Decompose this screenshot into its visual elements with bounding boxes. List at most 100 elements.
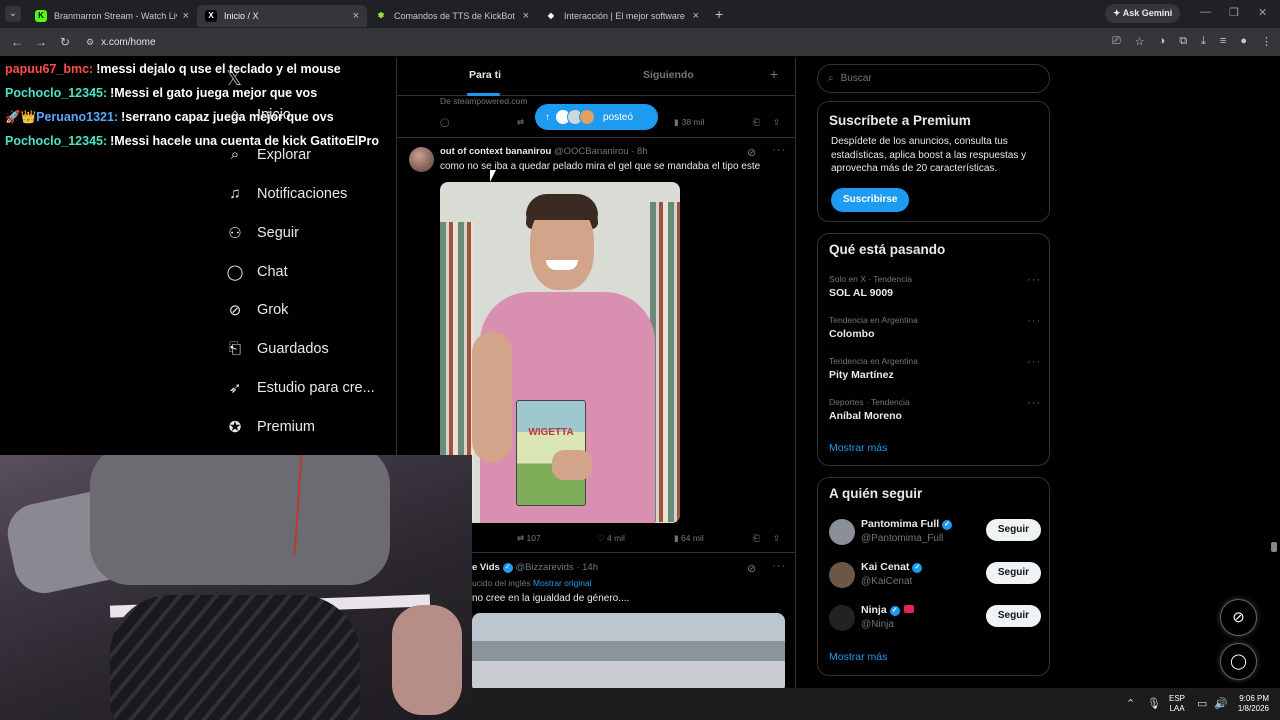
grok-icon[interactable]: ⊘ <box>747 146 757 159</box>
close-icon[interactable]: × <box>353 10 359 22</box>
site-info-icon[interactable]: ⚙ <box>86 37 94 48</box>
install-icon[interactable]: ⎚ <box>1112 35 1121 48</box>
nav-item-notifications[interactable]: ♫ Notificaciones <box>226 185 347 202</box>
trend-name: Aníbal Moreno <box>829 410 902 422</box>
share-icon[interactable]: ⇪ <box>773 117 780 128</box>
search-input[interactable]: ⌕ Buscar <box>817 64 1050 93</box>
extension-icon[interactable]: ◑ <box>1159 35 1166 48</box>
tab-search-button[interactable]: ⌄ <box>5 6 21 22</box>
tweet-handle[interactable]: @OOCBananirou · 8h <box>554 146 648 157</box>
like-icon[interactable]: ♡ 4 mil <box>597 533 625 544</box>
retweet-icon[interactable]: ⇄ 107 <box>517 533 541 544</box>
back-icon[interactable]: ← <box>10 35 24 49</box>
link-source[interactable]: De steampowered.com <box>440 96 527 106</box>
restore-icon[interactable]: ❐ <box>1229 6 1239 19</box>
like-count: 4 mil <box>606 533 625 543</box>
add-tab-icon[interactable]: + <box>770 66 778 82</box>
more-icon[interactable]: ··· <box>772 144 786 156</box>
more-icon[interactable]: ··· <box>772 560 786 572</box>
stream-chat-overlay: papuu67_bmc: !messi dejalo q use el tecla… <box>0 58 396 153</box>
new-tab-button[interactable]: + <box>715 6 723 22</box>
tab-kick[interactable]: K Branmarron Stream - Watch Liv × <box>27 5 197 27</box>
search-icon: ⌕ <box>828 73 834 84</box>
tab-kickbot[interactable]: ✾ Comandos de TTS de KickBot × <box>367 5 537 27</box>
system-clock[interactable]: 9:06 PM 1/8/2026 <box>1229 694 1269 714</box>
tab-x-home[interactable]: X Inicio / X × <box>197 5 367 27</box>
new-posts-pill[interactable]: ↑ posteó <box>535 104 658 130</box>
chevron-up-icon[interactable]: ⌃ <box>1126 697 1135 710</box>
profile-avatar[interactable]: ● <box>1240 35 1247 48</box>
page-scrollbar[interactable] <box>1271 62 1277 686</box>
menu-icon[interactable]: ⋮ <box>1261 35 1272 48</box>
show-more-link[interactable]: Mostrar más <box>829 651 887 663</box>
nav-item-grok[interactable]: ⊘ Grok <box>226 301 289 319</box>
grok-icon[interactable]: ⊘ <box>747 562 757 575</box>
close-icon[interactable]: × <box>693 10 699 22</box>
close-icon[interactable]: × <box>183 10 189 22</box>
views-icon[interactable]: ▮ 38 mil <box>674 117 704 128</box>
trend-item[interactable]: Deportes · Tendencia Aníbal Moreno ··· <box>829 397 1041 422</box>
cat <box>110 595 360 720</box>
reload-icon[interactable]: ↻ <box>58 35 72 49</box>
follow-button[interactable]: Seguir <box>985 562 1041 584</box>
more-icon[interactable]: ··· <box>1027 315 1041 327</box>
more-icon[interactable]: ··· <box>1027 356 1041 368</box>
follow-button[interactable]: Seguir <box>985 605 1041 627</box>
tweet-handle[interactable]: @Bizzarevids · 14h <box>515 562 598 573</box>
trend-item[interactable]: Tendencia en Argentina Pity Martínez ··· <box>829 356 1041 381</box>
follow-suggestion[interactable]: Pantomima Full ✓ @Pantomima_Full Seguir <box>829 517 1041 547</box>
nav-item-creator-studio[interactable]: ➶ Estudio para cre... <box>226 379 375 397</box>
close-window-icon[interactable]: ✕ <box>1258 6 1267 19</box>
forward-icon[interactable]: → <box>34 35 48 49</box>
nav-label: Estudio para cre... <box>257 380 375 396</box>
trend-item[interactable]: Tendencia en Argentina Colombo ··· <box>829 315 1041 340</box>
volume-icon[interactable]: 🔊 <box>1214 697 1228 710</box>
download-icon[interactable]: ⤓ <box>1201 35 1206 48</box>
show-more-link[interactable]: Mostrar más <box>829 442 887 454</box>
close-icon[interactable]: × <box>523 10 529 22</box>
translated-label: ucido del inglés <box>472 578 531 588</box>
ask-gemini-button[interactable]: ✦ Ask Gemini <box>1105 4 1181 23</box>
follow-suggestion[interactable]: Ninja ✓ @Ninja Seguir <box>829 603 1041 633</box>
minimize-icon[interactable]: — <box>1200 6 1211 18</box>
bookmark-icon[interactable]: ⎗ <box>753 117 760 128</box>
retweet-icon[interactable]: ⇄ <box>517 117 524 128</box>
media-icon[interactable]: ≡ <box>1220 35 1226 48</box>
tweet-video[interactable] <box>472 613 785 688</box>
tweet-author[interactable]: e Vids <box>472 562 500 573</box>
grok-fab-icon[interactable]: ⊘ <box>1220 599 1257 636</box>
share-icon[interactable]: ⇪ <box>773 533 780 544</box>
scrollbar-thumb[interactable] <box>1271 542 1277 552</box>
follow-button[interactable]: Seguir <box>985 519 1041 541</box>
messages-fab-icon[interactable]: ◯ <box>1220 643 1257 680</box>
trend-item[interactable]: Solo en X · Tendencia SOL AL 9009 ··· <box>829 274 1041 299</box>
tab-title: Interacción | El mejor software <box>564 11 685 21</box>
microphone-icon[interactable]: 🎙 <box>1147 697 1161 710</box>
more-icon[interactable]: ··· <box>1027 397 1041 409</box>
nav-item-premium[interactable]: ✪ Premium <box>226 418 315 436</box>
nav-item-chat[interactable]: ◯ Chat <box>226 263 288 281</box>
display-icon[interactable]: ▭ <box>1197 697 1207 710</box>
tab-interaccion[interactable]: ◆ Interacción | El mejor software × <box>537 5 707 27</box>
tweet-image[interactable]: WIGETTA <box>440 182 680 523</box>
more-icon[interactable]: ··· <box>1027 274 1041 286</box>
verified-icon: ✓ <box>942 520 953 530</box>
url-field[interactable]: ⚙ x.com/home <box>86 37 156 48</box>
bookmark-icon[interactable]: ⎗ <box>753 533 760 544</box>
nav-item-bookmarks[interactable]: ⎗ Guardados <box>226 340 329 357</box>
views-icon[interactable]: ▮ 64 mil <box>674 533 704 544</box>
tab-following[interactable]: Siguiendo <box>643 69 694 81</box>
reply-icon[interactable]: ◯ <box>440 117 450 128</box>
tweet-author[interactable]: out of context bananirou <box>440 146 551 157</box>
follow-suggestion[interactable]: Kai Cenat ✓ @KaiCenat Seguir <box>829 560 1041 590</box>
x-logo-icon: X <box>205 10 217 22</box>
subscribe-button[interactable]: Suscribirse <box>831 188 910 212</box>
tab-for-you[interactable]: Para ti <box>469 69 501 81</box>
language-indicator[interactable]: ESP LAA <box>1169 694 1185 714</box>
chat-icon: ◯ <box>226 264 244 281</box>
nav-item-follow[interactable]: ⚇ Seguir <box>226 224 299 242</box>
star-icon[interactable]: ☆ <box>1135 35 1145 48</box>
show-original-link[interactable]: Mostrar original <box>533 578 592 588</box>
avatar[interactable] <box>409 147 434 172</box>
puzzle-icon[interactable]: ⧉ <box>1179 35 1187 48</box>
